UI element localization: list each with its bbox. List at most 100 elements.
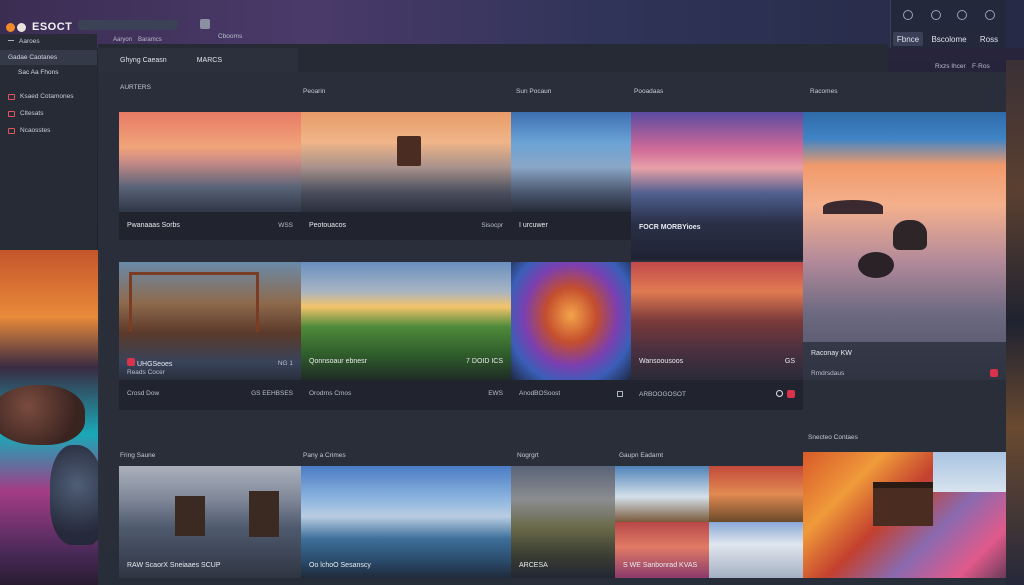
card-meta: 7 DOID ICS [466,358,503,365]
card-title: Oo lchoO Sesanscy [309,562,371,569]
card-title: I urcuwer [519,222,548,229]
card-footer-right: EWS [488,390,503,397]
right-toolbar: Fbnce Bscolome Ross [890,0,1006,48]
tag-icon [127,358,135,366]
photo-tile [709,522,803,578]
card-title: Wansoousoos [639,358,684,365]
backdrop-edge [1006,60,1024,585]
sidebar-item-label: Ncaosstes [20,127,51,134]
card-caption: S WE Sanbonrad KVAS [615,562,803,569]
photo-card[interactable]: ARCESA [511,466,615,578]
card-title: UHGSeoes [136,361,173,368]
sidebar-item-albums[interactable]: Ksaed Cotamones [0,88,97,105]
card-subtitle: Reads Cocer [127,369,165,376]
card-footer-text: ARBOOGOSOT [639,390,686,398]
card-title: Raconay KW [811,350,852,357]
photo-card[interactable]: Qonnsoaur ebnesr 7 DOID ICS Orodrns Cmos… [301,262,511,410]
toolbar-button[interactable]: Bscolome [929,32,969,46]
photo-tile [709,466,803,522]
bell-icon[interactable] [957,10,967,20]
section-label: Pooadaas [634,88,664,95]
breadcrumb-right[interactable]: Cbooms [218,33,242,40]
card-footer: Rmdrsdaus [803,369,1006,377]
card-title: Qonnsoaur ebnesr [309,358,367,365]
card-footer: ARBOOGOSOT [631,390,803,398]
sidebar-header[interactable]: Gadae Caotanes [0,50,97,65]
photo-thumbnail [511,262,631,380]
photo-card[interactable]: UHGSeoes NG 1 Reads Cocer Crosd Dow GS E… [119,262,301,410]
sidebar-subheader[interactable]: Sac Aa Fhons [0,65,97,80]
logo-icon [17,22,26,32]
sidebar-item-collections[interactable]: Cltesats [0,105,97,122]
photo-card[interactable] [803,452,1006,578]
logo-icon [6,22,15,32]
photo-card[interactable]: Wansoousoos GS ARBOOGOSOT [631,262,803,410]
rock-shape [893,220,927,250]
sidebar-item-cameras[interactable]: Ncaosstes [0,122,97,139]
sidebar-caret[interactable]: Aaroes [0,34,97,50]
search-input[interactable] [78,20,178,30]
photo-card[interactable]: RAW ScaorX Sneiaaes SCUP [119,466,301,578]
card-footer-right: GS EEHBSES [251,390,293,397]
photo-card[interactable]: I urcuwer [511,112,631,240]
card-caption: I urcuwer [511,222,631,229]
photo-card[interactable]: AnodBOSoost [511,262,631,410]
sub-label[interactable]: F·Ros [972,63,990,70]
camera-icon [8,127,15,134]
card-title: Peotouacos [309,222,346,229]
user-icon[interactable] [931,10,941,20]
card-caption: ARCESA [511,562,615,569]
breadcrumb-item[interactable]: Aaryon [113,37,132,43]
card-caption: UHGSeoes NG 1 [119,358,301,368]
cabin-shape [873,482,933,526]
toolbar-button[interactable]: Ross [975,32,1003,46]
settings-icon[interactable] [903,10,913,20]
backdrop-rock [0,385,85,445]
section-label: AURTERS [120,84,151,91]
flag-icon[interactable] [990,369,998,377]
photo-card[interactable]: Peotouacos Sisocpr [301,112,511,240]
sky-tile [933,452,1006,492]
section-label: Snecteo Contaes [808,434,858,441]
folder-icon [8,110,15,117]
photo-card[interactable]: FOCR MORBYioes [631,112,803,260]
photo-thumbnail [631,112,803,260]
card-footer-text: Rmdrsdaus [811,369,845,377]
pagoda-shape [249,491,279,537]
photo-card[interactable]: Pwanaaas Sorbs WSS [119,112,301,240]
card-sub: Reads Cocer [119,369,301,376]
breadcrumb-item[interactable]: Baramcs [138,37,162,43]
sub-label[interactable]: Rxzs Ihcer [935,63,966,70]
card-title: ARCESA [519,562,548,569]
card-caption: Wansoousoos GS [631,358,803,365]
tab-marks[interactable]: MARCS [197,57,222,64]
card-meta: NG 1 [277,359,293,367]
section-label: Sun Pocaun [516,88,552,95]
app-name: ESOCT [32,21,73,33]
card-caption: RAW ScaorX Sneiaaes SCUP [119,562,301,569]
flag-icon[interactable] [787,390,795,398]
photo-tile [615,522,709,578]
sidebar-label: Aaroes [19,38,40,45]
share-icon[interactable] [985,10,995,20]
photo-card[interactable]: Raconay KW Rmdrsdaus [803,112,1006,380]
sidebar: Aaroes Gadae Caotanes Sac Aa Fhons Ksaed… [0,34,97,250]
card-title: S WE Sanbonrad KVAS [623,562,698,569]
section-label: Nogrgrt [517,452,539,459]
section-label: Racomes [810,88,838,95]
album-icon [8,93,15,100]
card-footer-text: AnodBOSoost [519,390,561,397]
lock-icon[interactable] [617,390,623,397]
menu-icon[interactable] [200,19,210,29]
card-caption: Oo lchoO Sesanscy [301,562,511,569]
toolbar-button[interactable]: Fbnce [893,32,923,46]
photo-card[interactable]: Oo lchoO Sesanscy [301,466,511,578]
photo-card[interactable]: S WE Sanbonrad KVAS [615,466,803,578]
card-meta: GS [784,358,795,365]
card-title: FOCR MORBYioes [639,224,701,231]
sidebar-item-label: Cltesats [20,110,44,117]
card-title: Pwanaaas Sorbs [127,222,180,229]
tab-gallery[interactable]: Ghyng Caeasn [120,57,167,64]
clock-icon[interactable] [776,390,783,397]
section-label: Pany a Crimes [303,452,346,459]
